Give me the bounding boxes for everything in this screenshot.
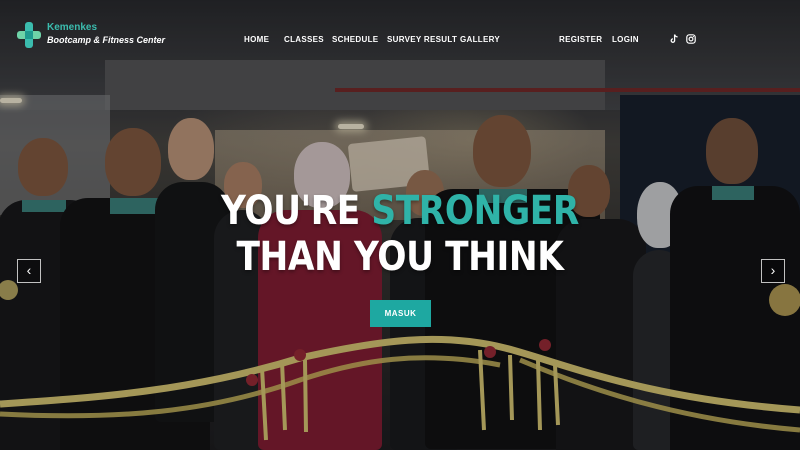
hero-headline-prefix: YOU'RE bbox=[221, 188, 372, 234]
login-link[interactable]: LOGIN bbox=[612, 35, 639, 44]
instagram-icon[interactable] bbox=[686, 34, 696, 44]
hero-headline-line-1: YOU'RE STRONGER bbox=[56, 188, 744, 234]
kemenkes-logo-icon bbox=[17, 22, 41, 48]
nav-survey-result[interactable]: SURVEY RESULT bbox=[387, 35, 457, 44]
nav-classes[interactable]: CLASSES bbox=[284, 35, 324, 44]
nav-gallery[interactable]: GALLERY bbox=[460, 35, 500, 44]
chevron-left-icon: ‹ bbox=[26, 262, 32, 278]
nav-schedule[interactable]: SCHEDULE bbox=[332, 35, 378, 44]
hero-headline-line-2: THAN YOU THINK bbox=[236, 234, 564, 280]
masuk-button[interactable]: MASUK bbox=[370, 300, 431, 327]
hero-headline-accent: STRONGER bbox=[371, 188, 579, 234]
carousel-prev-button[interactable]: ‹ bbox=[17, 259, 41, 283]
brand-name: Kemenkes bbox=[47, 22, 98, 33]
register-link[interactable]: REGISTER bbox=[559, 35, 602, 44]
brand-tagline: Bootcamp & Fitness Center bbox=[47, 35, 166, 45]
carousel-next-button[interactable]: › bbox=[761, 259, 785, 283]
navbar: Kemenkes Bootcamp & Fitness Center HOME … bbox=[0, 0, 800, 80]
chevron-right-icon: › bbox=[770, 262, 776, 278]
tiktok-icon[interactable] bbox=[669, 34, 679, 44]
nav-home[interactable]: HOME bbox=[244, 35, 269, 44]
